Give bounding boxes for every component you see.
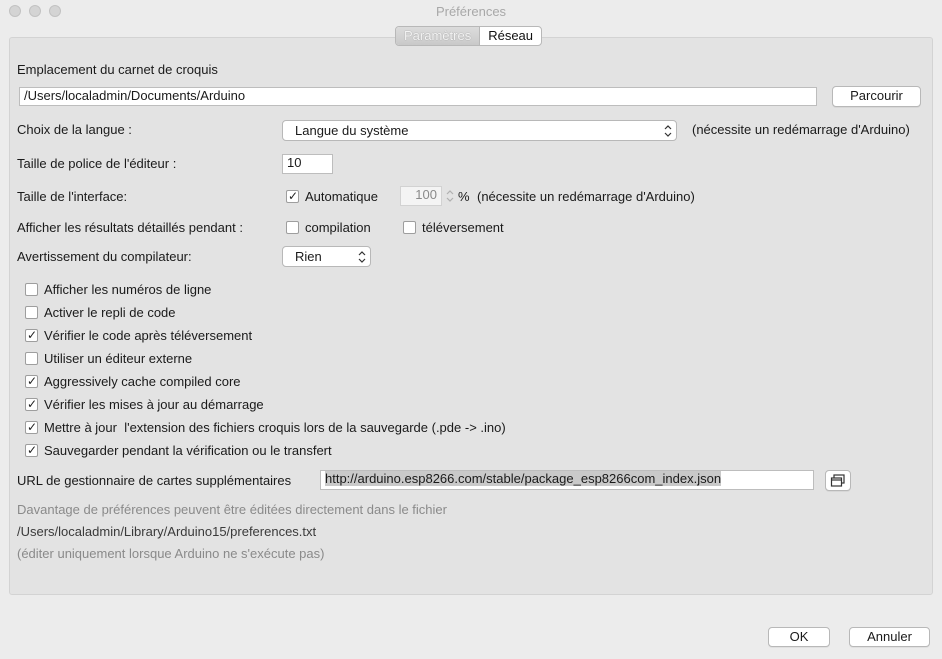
interface-scale-input[interactable]: 100 <box>400 186 442 206</box>
verbose-compile-label: compilation <box>305 220 371 235</box>
check-icon: ✓ <box>288 189 299 203</box>
cache-core-checkbox[interactable]: ✓ <box>25 374 38 388</box>
save-on-verify-checkbox[interactable]: ✓ <box>25 443 38 457</box>
option-label: Afficher les numéros de ligne <box>44 282 212 297</box>
boards-url-input[interactable]: http://arduino.esp8266.com/stable/packag… <box>320 470 814 490</box>
option-label: Aggressively cache compiled core <box>44 374 241 389</box>
window-title: Préférences <box>435 3 507 19</box>
verbose-label: Afficher les résultats détaillés pendant… <box>17 220 243 235</box>
close-window-button[interactable] <box>9 5 21 17</box>
option-label: Activer le repli de code <box>44 305 176 320</box>
update-extension-checkbox[interactable]: ✓ <box>25 420 38 434</box>
compiler-warnings-label: Avertissement du compilateur: <box>17 249 192 264</box>
tab-bar: Paramètres Réseau <box>395 26 543 46</box>
interface-scale-unit: % <box>458 189 470 204</box>
window-controls <box>9 5 61 17</box>
tab-settings[interactable]: Paramètres <box>396 27 481 45</box>
option-label: Vérifier le code après téléversement <box>44 328 253 343</box>
window-icon <box>830 474 845 487</box>
verbose-upload-checkbox[interactable] <box>403 221 416 234</box>
boards-url-label: URL de gestionnaire de cartes supplément… <box>17 473 292 488</box>
interface-auto-label: Automatique <box>305 189 378 204</box>
cancel-button[interactable]: Annuler <box>849 627 930 647</box>
tab-network[interactable]: Réseau <box>480 27 541 45</box>
verbose-upload-label: téléversement <box>422 220 504 235</box>
language-label: Choix de la langue : <box>17 122 132 137</box>
check-updates-checkbox[interactable]: ✓ <box>25 397 38 411</box>
interface-auto-checkbox[interactable]: ✓ <box>286 189 299 203</box>
edit-urls-button[interactable] <box>825 470 851 491</box>
ok-button[interactable]: OK <box>768 627 830 647</box>
option-label: Sauvegarder pendant la vérification ou l… <box>44 443 332 458</box>
stepper-arrows-icon[interactable] <box>445 187 455 205</box>
verify-after-upload-checkbox[interactable]: ✓ <box>25 328 38 342</box>
show-line-numbers-checkbox[interactable] <box>25 283 38 296</box>
compiler-warnings-value: Rien <box>295 249 322 264</box>
check-icon: ✓ <box>27 443 38 457</box>
language-note: (nécessite un redémarrage d'Arduino) <box>692 122 910 137</box>
check-icon: ✓ <box>27 420 38 434</box>
sketchbook-label: Emplacement du carnet de croquis <box>17 62 218 77</box>
check-icon: ✓ <box>27 328 38 342</box>
interface-scale-label: Taille de l'interface: <box>17 189 128 204</box>
check-icon: ✓ <box>27 374 38 388</box>
preferences-file-path: /Users/localadmin/Library/Arduino15/pref… <box>17 524 317 539</box>
browse-button[interactable]: Parcourir <box>832 86 921 107</box>
boards-url-value: http://arduino.esp8266.com/stable/packag… <box>325 471 722 486</box>
sketchbook-location-input[interactable]: /Users/localadmin/Documents/Arduino <box>19 87 817 106</box>
option-label: Mettre à jour l'extension des fichiers c… <box>44 420 506 435</box>
minimize-window-button[interactable] <box>29 5 41 17</box>
option-label: Utiliser un éditeur externe <box>44 351 193 366</box>
font-size-label: Taille de police de l'éditeur : <box>17 156 177 171</box>
check-icon: ✓ <box>27 397 38 411</box>
font-size-input[interactable]: 10 <box>282 154 333 174</box>
language-select[interactable]: Langue du système <box>282 120 677 141</box>
interface-scale-note: (nécessite un redémarrage d'Arduino) <box>477 189 695 204</box>
edit-warning-note: (éditer uniquement lorsque Arduino ne s'… <box>17 546 325 561</box>
updown-chevron-icon <box>664 125 672 137</box>
external-editor-checkbox[interactable] <box>25 352 38 365</box>
option-label: Vérifier les mises à jour au démarrage <box>44 397 264 412</box>
more-prefs-note: Davantage de préférences peuvent être éd… <box>17 502 447 517</box>
verbose-compile-checkbox[interactable] <box>286 221 299 234</box>
code-folding-checkbox[interactable] <box>25 306 38 319</box>
updown-chevron-icon <box>358 251 366 263</box>
title-bar: Préférences <box>0 0 942 22</box>
zoom-window-button[interactable] <box>49 5 61 17</box>
compiler-warnings-select[interactable]: Rien <box>282 246 371 267</box>
language-select-value: Langue du système <box>295 123 409 138</box>
